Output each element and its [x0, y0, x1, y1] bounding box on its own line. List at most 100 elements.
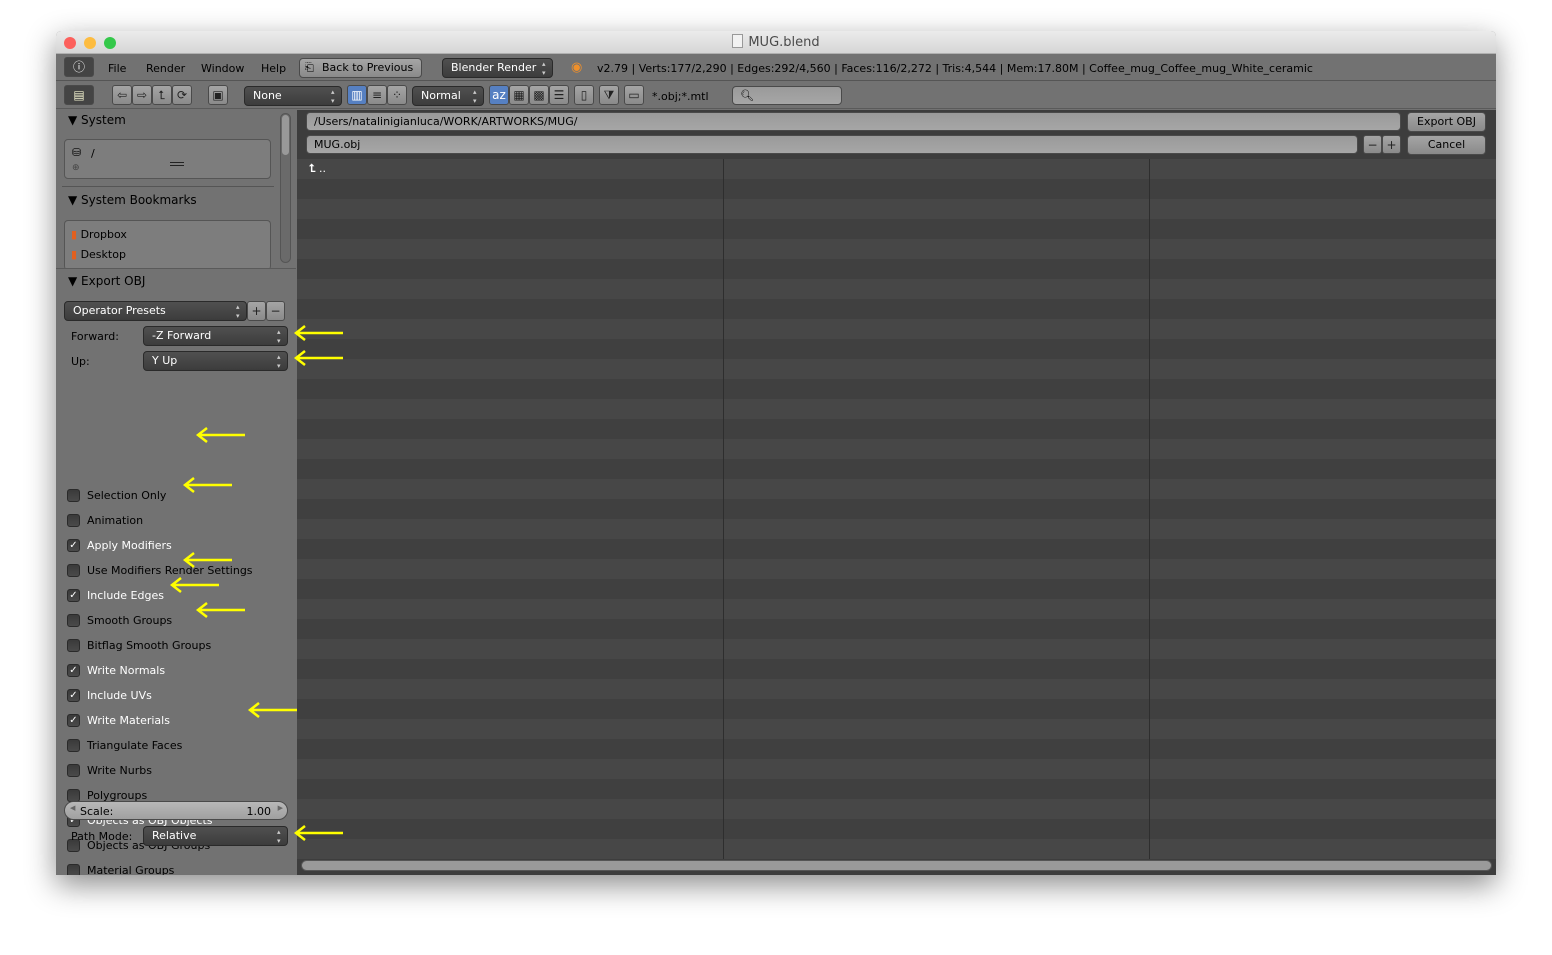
- option-label: Bitflag Smooth Groups: [87, 638, 212, 652]
- bookmark-label: Desktop: [80, 248, 126, 261]
- sidebar-scrollbar[interactable]: [280, 113, 291, 263]
- thumbnails-icon[interactable]: ⁘: [387, 85, 407, 105]
- checkbox-icon[interactable]: [67, 863, 80, 875]
- option-checkbox[interactable]: ✓ Write Normals: [67, 661, 165, 679]
- folder-filter-icon[interactable]: ▭: [624, 85, 644, 105]
- path-mode-label: Path Mode:: [71, 830, 133, 843]
- option-label: Write Normals: [87, 663, 166, 677]
- parent-label: ..: [319, 162, 326, 175]
- option-label: Material Groups: [87, 863, 175, 876]
- checkbox-icon[interactable]: [67, 488, 80, 502]
- long-list-icon[interactable]: ≡: [367, 85, 387, 105]
- refresh-icon[interactable]: ⟳: [172, 85, 192, 105]
- back-arrow-icon[interactable]: ⇦: [112, 85, 132, 105]
- bookmarks-panel-header[interactable]: ▼ System Bookmarks: [68, 193, 197, 207]
- checkbox-icon[interactable]: [67, 563, 80, 577]
- system-title: System: [81, 113, 126, 127]
- parent-dir-icon[interactable]: ⮤: [152, 85, 172, 105]
- menu-render[interactable]: Render: [136, 62, 195, 75]
- forward-axis-dropdown[interactable]: -Z Forward: [143, 326, 288, 346]
- short-list-icon[interactable]: ▥: [347, 85, 367, 105]
- search-input[interactable]: 🔍︎: [732, 86, 842, 105]
- option-checkbox[interactable]: ✓ Include UVs: [67, 686, 152, 704]
- checkbox-icon[interactable]: ✓: [67, 588, 80, 602]
- decrement-icon[interactable]: ◀: [70, 804, 75, 812]
- checkbox-icon[interactable]: ✓: [67, 713, 80, 727]
- menu-file[interactable]: File: [98, 62, 136, 75]
- option-checkbox[interactable]: ✓ Include Edges: [67, 586, 164, 604]
- checkbox-icon[interactable]: [67, 638, 80, 652]
- zoom-button[interactable]: [104, 37, 116, 49]
- remove-preset-icon[interactable]: −: [266, 301, 285, 321]
- operator-presets-dropdown[interactable]: Operator Presets: [64, 301, 247, 321]
- checkbox-icon[interactable]: [67, 763, 80, 777]
- horizontal-scrollbar[interactable]: [301, 860, 1492, 871]
- display-size-dropdown[interactable]: Normal: [412, 86, 484, 106]
- disk-icon: ⛁: [72, 146, 82, 159]
- new-folder-icon[interactable]: ▣: [208, 85, 228, 105]
- add-preset-icon[interactable]: +: [247, 301, 266, 321]
- export-panel-header[interactable]: ▼ Export OBJ: [68, 274, 145, 288]
- checkbox-icon[interactable]: [67, 513, 80, 527]
- filter-glob[interactable]: *.obj;*.mtl: [652, 90, 709, 103]
- decrement-filename-icon[interactable]: −: [1363, 135, 1382, 154]
- close-button[interactable]: [64, 37, 76, 49]
- option-checkbox[interactable]: ✓ Write Materials: [67, 711, 170, 729]
- option-checkbox[interactable]: Triangulate Faces: [67, 736, 182, 754]
- render-engine-dropdown[interactable]: Blender Render: [442, 58, 553, 78]
- directory-path-input[interactable]: /Users/natalinigianluca/WORK/ARTWORKS/MU…: [306, 112, 1401, 131]
- menu-window[interactable]: Window: [191, 62, 254, 75]
- sort-size-icon[interactable]: ☰: [549, 85, 569, 105]
- filter-icon[interactable]: ⧩: [599, 85, 619, 105]
- option-checkbox[interactable]: ✓ Apply Modifiers: [67, 536, 172, 554]
- forward-label: Forward:: [71, 330, 119, 343]
- increment-icon[interactable]: ▶: [278, 804, 283, 812]
- system-root-item[interactable]: /: [91, 147, 95, 160]
- option-checkbox[interactable]: Write Nurbs: [67, 761, 152, 779]
- parent-directory-entry[interactable]: ⮤ ..: [309, 162, 326, 176]
- filename-input[interactable]: MUG.obj: [306, 135, 1358, 154]
- column-divider: [1149, 159, 1150, 859]
- option-checkbox[interactable]: Bitflag Smooth Groups: [67, 636, 211, 654]
- forward-arrow-icon[interactable]: ⇨: [132, 85, 152, 105]
- scale-slider[interactable]: ◀ Scale: 1.00 ▶: [64, 801, 288, 820]
- up-axis-dropdown[interactable]: Y Up: [143, 351, 288, 371]
- editor-type-filebrowser-icon[interactable]: ▤: [64, 85, 94, 105]
- checkbox-icon[interactable]: [67, 788, 80, 802]
- checkbox-icon[interactable]: [67, 613, 80, 627]
- option-checkbox[interactable]: Smooth Groups: [67, 611, 172, 629]
- checkbox-icon[interactable]: ✓: [67, 663, 80, 677]
- option-checkbox[interactable]: Material Groups: [67, 861, 174, 875]
- checkbox-icon[interactable]: ✓: [67, 538, 80, 552]
- checkbox-icon[interactable]: [67, 738, 80, 752]
- bookmark-item[interactable]: ▮ Dropbox: [71, 228, 127, 241]
- sort-alpha-icon[interactable]: az: [489, 85, 509, 105]
- folder-bookmark-icon: ▮: [71, 228, 78, 241]
- annotation-arrow-icon: [293, 350, 345, 366]
- checkbox-icon[interactable]: ✓: [67, 688, 80, 702]
- increment-filename-icon[interactable]: +: [1382, 135, 1401, 154]
- option-label: Include UVs: [87, 688, 152, 702]
- menu-help[interactable]: Help: [251, 62, 296, 75]
- system-panel-header[interactable]: ▼ System: [68, 113, 126, 127]
- sort-date-icon[interactable]: ▩: [529, 85, 549, 105]
- back-to-previous-button[interactable]: ⎗ Back to Previous: [299, 58, 423, 78]
- option-checkbox[interactable]: Animation: [67, 511, 143, 529]
- export-obj-button[interactable]: Export OBJ: [1407, 112, 1486, 132]
- recent-dropdown[interactable]: None: [244, 86, 342, 106]
- editor-type-info-icon[interactable]: ⓘ: [64, 57, 94, 77]
- bookmark-item[interactable]: ▮ Desktop: [71, 248, 126, 261]
- info-header: ⓘ File Render Window Help ⎗ Back to Previ…: [56, 54, 1496, 81]
- parent-arrow-icon: ⮤: [309, 162, 316, 175]
- resize-grip[interactable]: [170, 162, 184, 166]
- sort-ext-icon[interactable]: ▦: [509, 85, 529, 105]
- cancel-button[interactable]: Cancel: [1407, 135, 1486, 155]
- hide-dot-files-icon[interactable]: ▯: [574, 85, 594, 105]
- path-mode-dropdown[interactable]: Relative: [143, 826, 288, 846]
- option-checkbox[interactable]: Selection Only: [67, 486, 166, 504]
- column-divider: [723, 159, 724, 859]
- minimize-button[interactable]: [84, 37, 96, 49]
- add-icon[interactable]: ⊕: [72, 163, 80, 173]
- annotation-arrow-icon: [182, 552, 234, 568]
- annotation-arrow-icon: [247, 702, 299, 718]
